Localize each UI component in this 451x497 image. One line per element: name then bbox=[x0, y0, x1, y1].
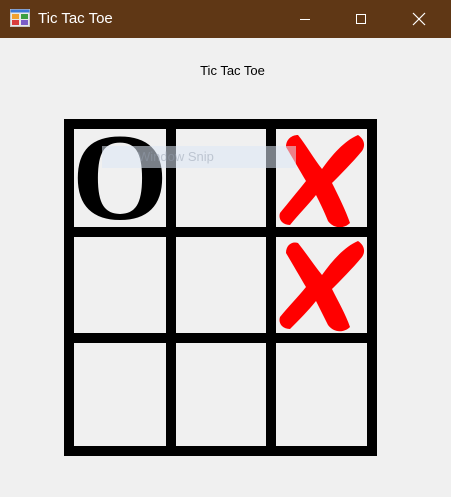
app-window: Tic Tac Toe Tic Tac Toe O Window Snip bbox=[0, 0, 451, 497]
maximize-button[interactable] bbox=[338, 0, 384, 38]
board-cell-3-2[interactable] bbox=[176, 343, 266, 446]
app-form-icon bbox=[10, 9, 30, 27]
board-cell-2-1[interactable] bbox=[74, 237, 166, 333]
close-icon bbox=[412, 12, 426, 26]
board-cell-1-2[interactable] bbox=[176, 129, 266, 227]
game-board: O bbox=[64, 119, 377, 456]
minimize-button[interactable] bbox=[282, 0, 328, 38]
close-button[interactable] bbox=[396, 0, 442, 38]
board-cell-3-1[interactable] bbox=[74, 343, 166, 446]
board-cell-1-3[interactable] bbox=[276, 129, 367, 227]
title-bar[interactable]: Tic Tac Toe bbox=[0, 0, 451, 38]
window-title: Tic Tac Toe bbox=[38, 10, 113, 27]
board-cell-1-1[interactable]: O bbox=[74, 129, 166, 227]
x-mark bbox=[279, 135, 365, 227]
x-mark bbox=[279, 241, 365, 332]
minimize-icon bbox=[300, 19, 310, 20]
o-mark: O bbox=[74, 129, 166, 227]
board-cell-3-3[interactable] bbox=[276, 343, 367, 446]
board-cell-2-3[interactable] bbox=[276, 237, 367, 333]
game-heading: Tic Tac Toe bbox=[200, 63, 265, 78]
maximize-icon bbox=[356, 14, 366, 24]
board-cell-2-2[interactable] bbox=[176, 237, 266, 333]
window-snip-overlay: Window Snip bbox=[102, 146, 296, 168]
